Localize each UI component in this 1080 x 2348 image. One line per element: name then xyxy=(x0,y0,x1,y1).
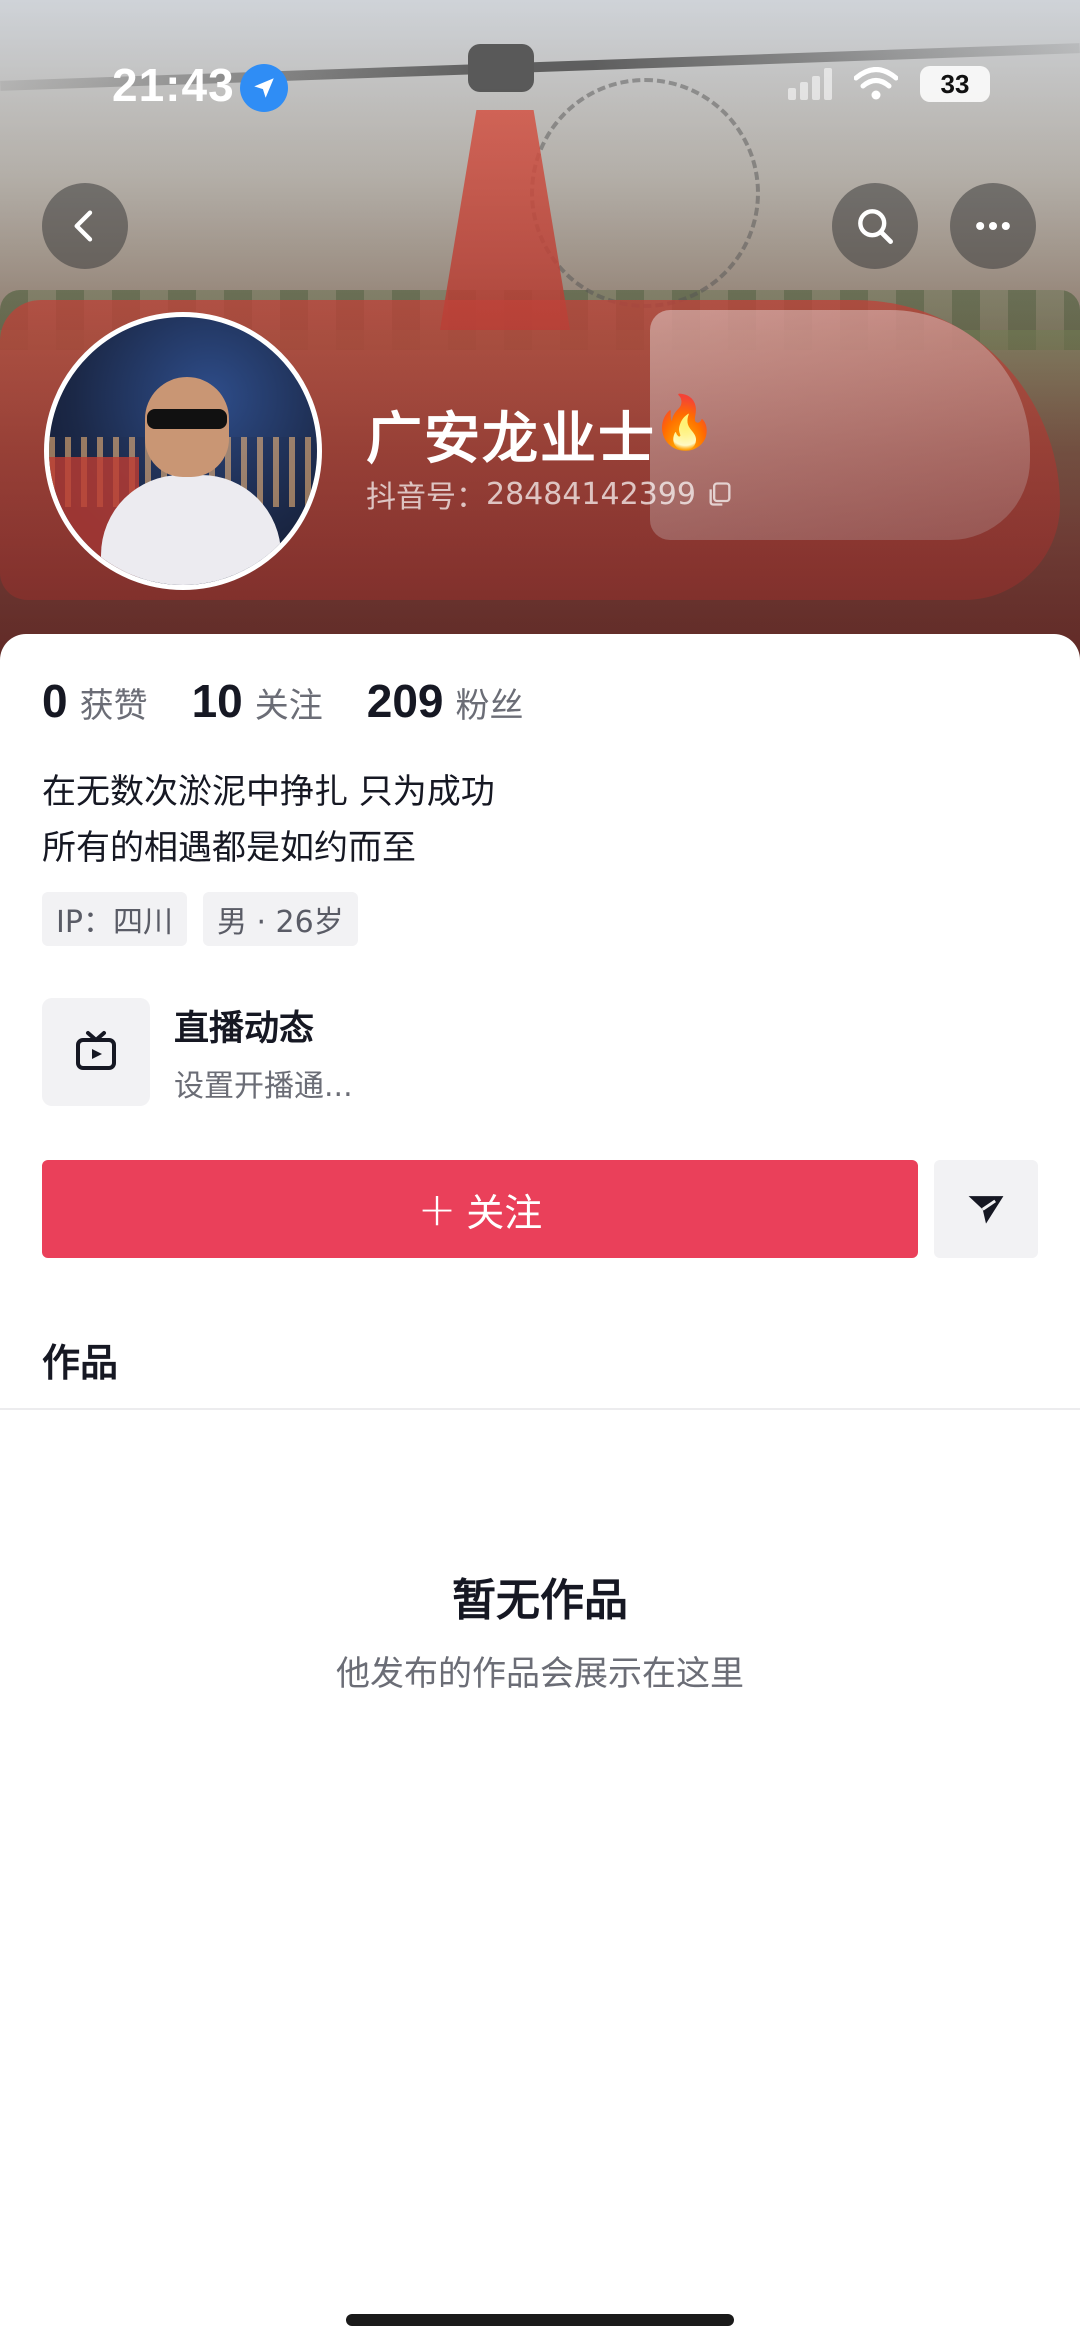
fire-emoji: 🔥 xyxy=(652,393,717,453)
profile-name: 广安龙业士 xyxy=(366,407,656,472)
stat-followers-value: 209 xyxy=(366,675,444,727)
copy-icon[interactable] xyxy=(706,480,734,508)
back-button[interactable] xyxy=(42,183,128,269)
more-icon xyxy=(976,221,1010,231)
stat-likes[interactable]: 0 获赞 xyxy=(42,674,148,728)
stats-row: 0 获赞 10 关注 209 粉丝 xyxy=(42,674,524,728)
search-icon xyxy=(858,209,893,244)
back-icon xyxy=(74,210,93,242)
stat-following-value: 10 xyxy=(191,675,243,727)
stat-likes-value: 0 xyxy=(42,675,68,727)
live-text: 直播动态 设置开播通... xyxy=(174,1000,353,1105)
tag-gender-age: 男 · 26岁 xyxy=(202,892,358,946)
live-icon-box xyxy=(42,998,150,1106)
follow-button[interactable]: + 关注 xyxy=(42,1160,918,1258)
tv-icon xyxy=(76,1031,116,1070)
tags-row: IP：四川 男 · 26岁 xyxy=(42,892,358,946)
empty-state-subtitle: 他发布的作品会展示在这里 xyxy=(336,1654,744,1694)
tab-divider xyxy=(0,1408,1080,1410)
stat-likes-label: 获赞 xyxy=(79,686,148,726)
bio-line-1: 在无数次淤泥中挣扎 只为成功 xyxy=(42,772,495,812)
live-title: 直播动态 xyxy=(174,1008,315,1049)
empty-state-title: 暂无作品 xyxy=(452,1575,628,1626)
battery-icon: 33 xyxy=(920,66,990,102)
location-arrow-icon xyxy=(240,64,288,112)
tab-works[interactable]: 作品 xyxy=(42,1332,118,1387)
more-button[interactable] xyxy=(950,183,1036,269)
bio-line-2: 所有的相遇都是如约而至 xyxy=(42,828,416,868)
follow-plus-icon: + xyxy=(417,1182,457,1236)
stat-following[interactable]: 10 关注 xyxy=(192,674,323,728)
home-indicator[interactable] xyxy=(346,2314,734,2326)
bio: 在无数次淤泥中挣扎 只为成功 所有的相遇都是如约而至 xyxy=(42,764,495,876)
share-button[interactable] xyxy=(934,1160,1038,1258)
share-icon xyxy=(968,1196,1004,1224)
avatar[interactable] xyxy=(44,312,322,590)
wifi-icon xyxy=(854,67,898,100)
search-button[interactable] xyxy=(832,183,918,269)
live-subtitle: 设置开播通... xyxy=(174,1068,353,1104)
profile-card: 0 获赞 10 关注 209 粉丝 在无数次淤泥中挣扎 只为成功 所有的相遇都是… xyxy=(0,634,1080,2348)
status-right: 33 xyxy=(788,66,990,102)
avatar-sunglasses xyxy=(147,409,227,429)
profile-page: 21:43 33 广安龙业士 🔥 抖音号： 28484142399 0 获赞 1… xyxy=(0,0,1080,2348)
tag-ip: IP：四川 xyxy=(42,892,187,946)
live-updates-row[interactable]: 直播动态 设置开播通... xyxy=(42,998,1042,1106)
follow-label: 关注 xyxy=(466,1190,543,1235)
stat-followers[interactable]: 209 粉丝 xyxy=(367,674,524,728)
signal-icon xyxy=(788,68,832,100)
status-time: 21:43 xyxy=(112,59,235,111)
stat-followers-label: 粉丝 xyxy=(455,686,524,726)
douyin-id-value: 28484142399 xyxy=(486,476,696,512)
douyin-id-row[interactable]: 抖音号： 28484142399 xyxy=(366,472,734,516)
douyin-id-label: 抖音号： xyxy=(366,480,486,515)
stat-following-label: 关注 xyxy=(254,686,323,726)
